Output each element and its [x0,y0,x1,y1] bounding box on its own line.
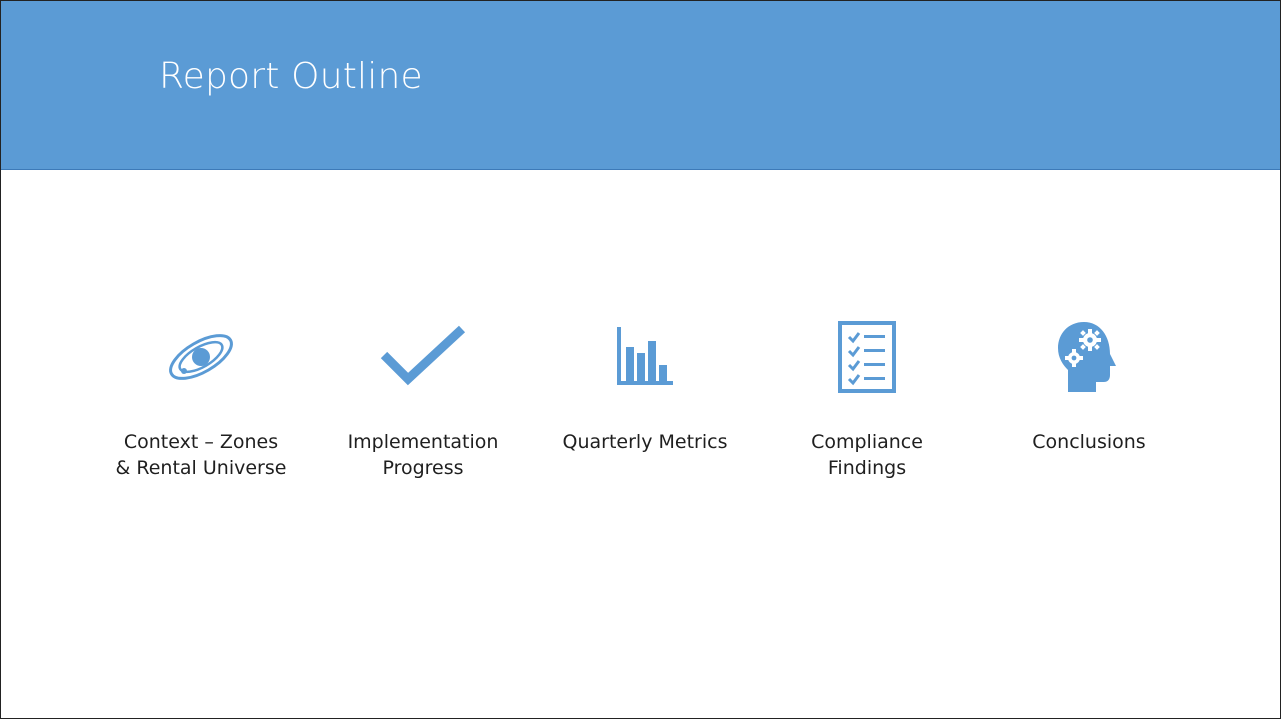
orbit-icon [106,317,296,397]
head-gears-icon [994,317,1184,397]
checklist-icon [772,317,962,397]
outline-item-context: Context – Zones & Rental Universe [106,317,296,481]
outline-item-label: Quarterly Metrics [562,431,728,453]
outline-item-metrics: Quarterly Metrics [550,317,740,455]
slide-title: Report Outline [159,56,423,97]
outline-item-compliance: Compliance Findings [772,317,962,481]
outline-item-label: Conclusions [1032,431,1146,453]
outline-item-conclusions: Conclusions [994,317,1184,455]
bar-chart-icon [550,317,740,397]
outline-item-label: Implementation Progress [347,431,499,479]
checkmark-icon [328,317,518,397]
outline-item-label: Context – Zones & Rental Universe [115,431,287,479]
outline-item-implementation: Implementation Progress [328,317,518,481]
title-banner: Report Outline [1,1,1280,170]
outline-item-label: Compliance Findings [811,431,923,479]
slide: Report Outline Context – Zones & Rental … [0,0,1281,719]
